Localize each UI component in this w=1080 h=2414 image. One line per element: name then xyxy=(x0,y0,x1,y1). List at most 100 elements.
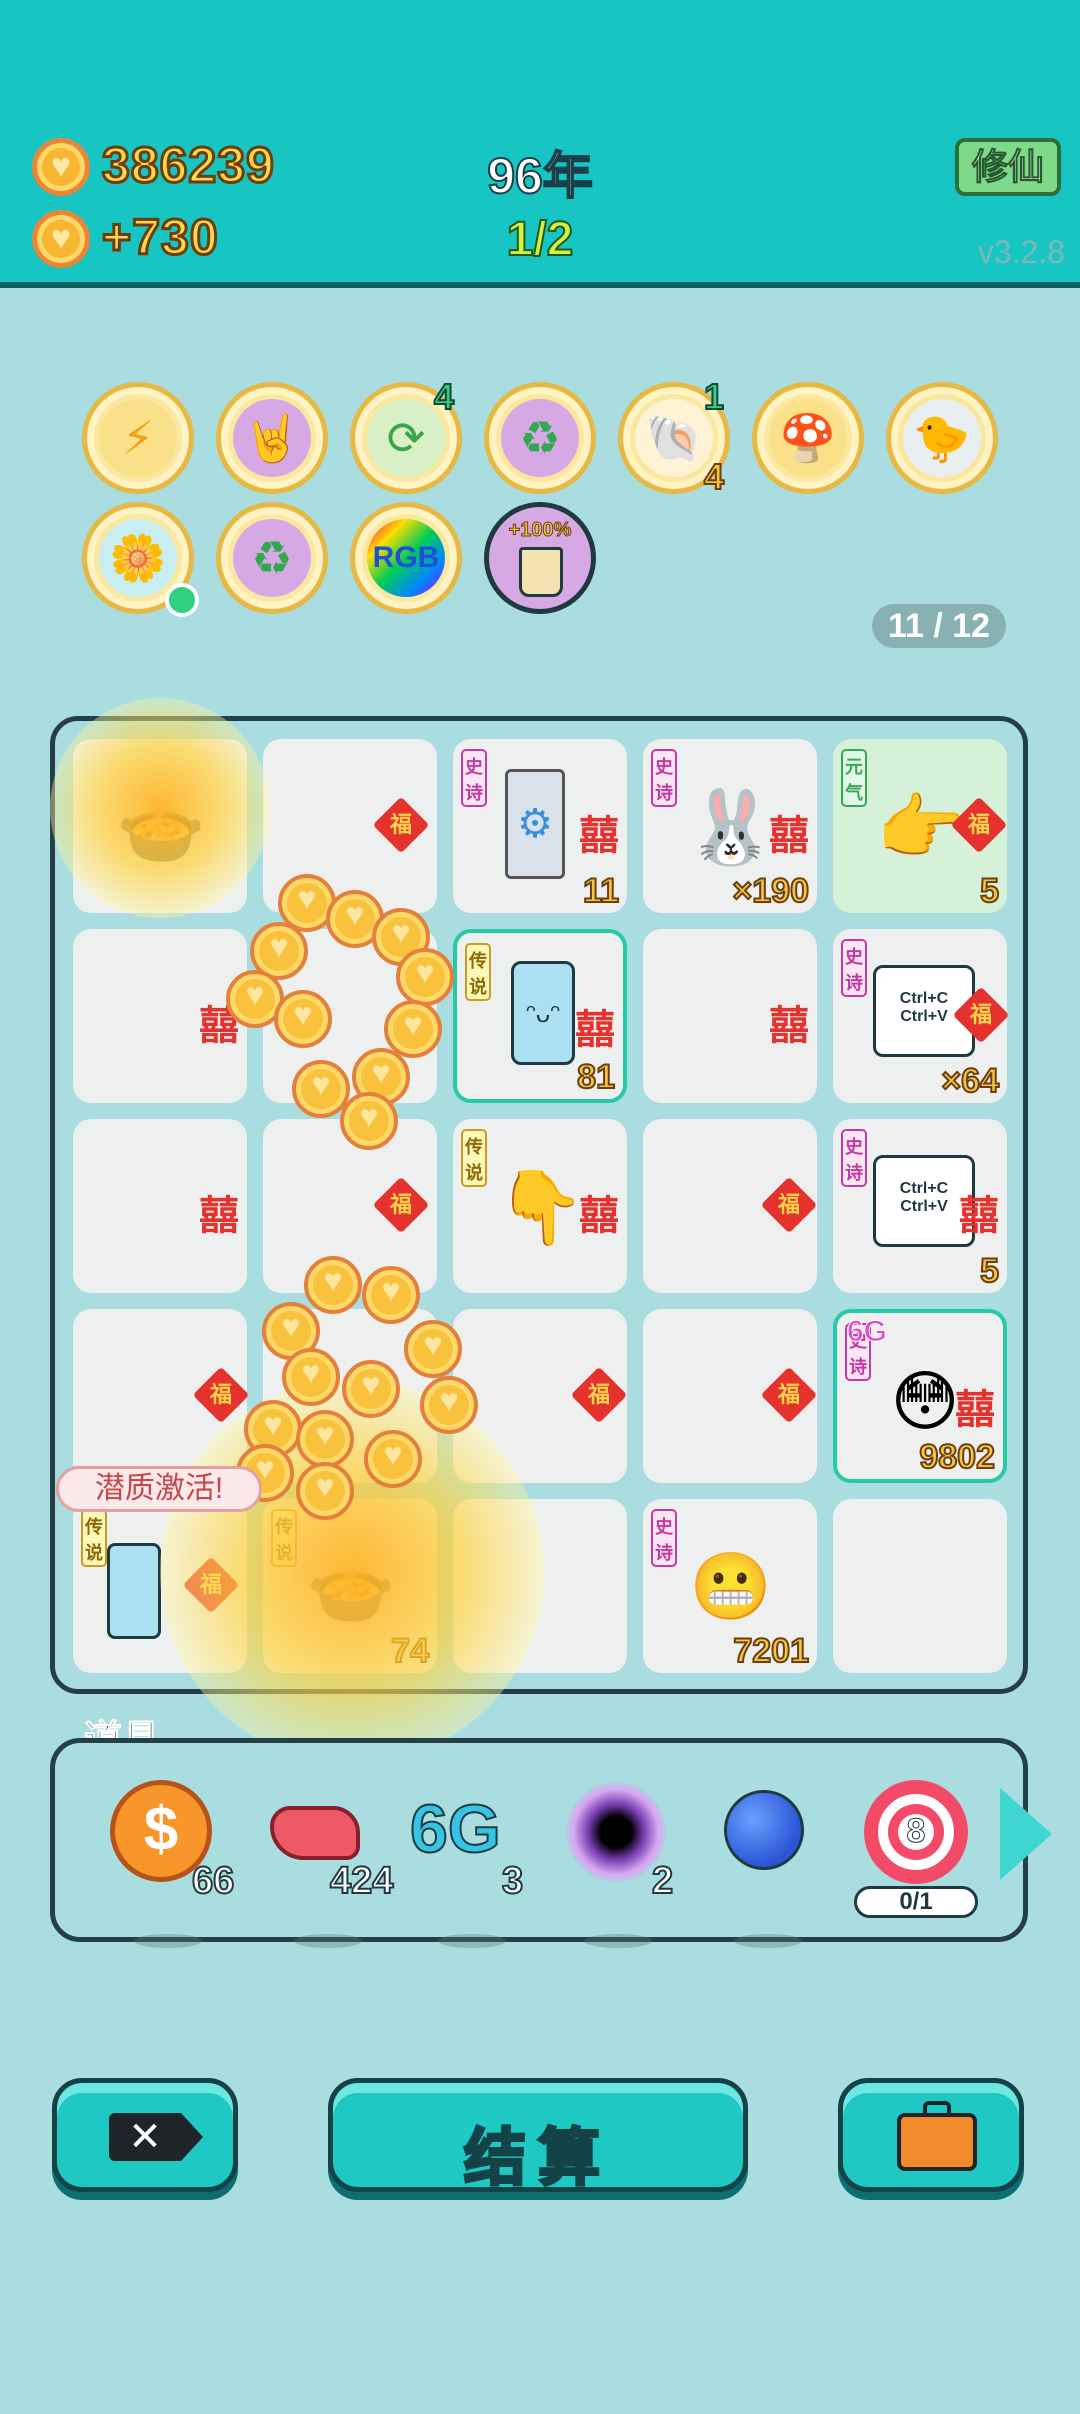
potential-activated-bubble: 潜质激活! xyxy=(56,1466,262,1512)
xi-mark: 囍 xyxy=(575,1008,615,1052)
cell-count: ×190 xyxy=(731,871,810,911)
target-icon: 8 xyxy=(864,1780,968,1884)
xi-mark: 囍 xyxy=(769,1004,809,1048)
heart-coin-icon xyxy=(32,138,90,196)
xi-mark: 囍 xyxy=(579,1194,619,1238)
fu-mark: 福 xyxy=(760,1176,818,1234)
board-cell[interactable] xyxy=(833,1499,1007,1673)
target-progress: 0/1 xyxy=(854,1886,978,1918)
recycle-buff-2[interactable]: ♻ xyxy=(216,502,328,614)
xi-mark: 囍 xyxy=(955,1388,995,1432)
fridge-icon: ᵔᴗᵔ xyxy=(511,961,575,1065)
6g-icon: 6G xyxy=(409,1790,502,1868)
board-cell[interactable]: 福 xyxy=(643,1309,818,1483)
gpu-icon: ⚙ xyxy=(505,769,565,879)
blueberry-icon xyxy=(724,1790,804,1870)
blueberry-prop[interactable] xyxy=(706,1776,826,1948)
mushroom-cloud-icon: 🍄 xyxy=(769,399,847,477)
cell-count: 5 xyxy=(979,871,1000,911)
epic-tag: 史诗 xyxy=(651,1509,677,1567)
epic-tag: 史诗 xyxy=(841,939,867,997)
settle-label: 结算 xyxy=(462,2123,612,2195)
dollar-coin-count: 66 xyxy=(191,1859,235,1903)
version-label: v3.2.8 xyxy=(977,234,1065,270)
heart-coin-icon xyxy=(32,210,90,268)
props-next-arrow-icon[interactable] xyxy=(1000,1788,1052,1880)
rock-hand-icon: 🤘 xyxy=(233,399,311,477)
xi-mark: 囍 xyxy=(769,814,809,858)
xi-mark: 囍 xyxy=(959,1194,999,1238)
target-prop[interactable]: 8 xyxy=(854,1776,974,1896)
inventory-button[interactable] xyxy=(838,2078,1024,2192)
6g-count: 3 xyxy=(501,1859,524,1903)
recycle-icon: ♻ xyxy=(233,519,311,597)
board-cell[interactable]: 史诗 Ctrl+C Ctrl+V 福 ×64 xyxy=(833,929,1010,1103)
board-cell[interactable]: 元气 👉 福 5 xyxy=(833,739,1008,913)
recycle-buff[interactable]: ♻ xyxy=(484,382,596,494)
shell-buff-count-top: 1 xyxy=(703,375,725,418)
pointing-hand-icon: 👇 xyxy=(496,1167,586,1248)
epic-tag: 史诗 xyxy=(461,749,487,807)
mushroom-cloud-buff[interactable]: 🍄 xyxy=(752,382,864,494)
refresh-buff-count: 4 xyxy=(433,375,455,418)
delete-button[interactable]: ✕ xyxy=(52,2078,238,2192)
6g-badge: 6G xyxy=(846,1315,888,1349)
backspace-icon: ✕ xyxy=(109,2113,181,2161)
liver-count: 424 xyxy=(329,1859,394,1903)
flower-pot-buff[interactable]: 🌼 xyxy=(82,502,199,617)
milk-tea-icon xyxy=(519,547,563,597)
board-cell[interactable]: 史诗 🐰 囍 ×190 xyxy=(643,739,817,913)
pot-duck-buff[interactable]: 🐤 xyxy=(886,382,998,494)
milk-tea-buff[interactable]: +100% xyxy=(484,502,596,614)
board-cell[interactable]: 福 xyxy=(643,1119,818,1293)
rock-hand-buff[interactable]: 🤘 xyxy=(216,382,328,494)
rabbit-house-icon: 🐰 xyxy=(686,787,776,868)
income-per-round: +730 xyxy=(101,208,220,267)
cultivate-button[interactable]: 修仙 xyxy=(955,138,1061,196)
rgb-buff[interactable]: RGB xyxy=(350,502,462,614)
xi-mark: 囍 xyxy=(199,1194,239,1238)
legend-tag: 传说 xyxy=(461,1129,487,1187)
board-cell[interactable]: 传说 ᵔᴗᵔ 囍 81 xyxy=(453,929,627,1103)
board-cell[interactable]: 史诗 Ctrl+C Ctrl+V 囍 5 xyxy=(833,1119,1007,1293)
board-cell[interactable]: 囍 xyxy=(73,929,247,1103)
liver-icon xyxy=(270,1806,360,1860)
fu-mark: 福 xyxy=(760,1366,818,1424)
round-progress: 1/2 xyxy=(506,212,575,267)
epic-tag: 史诗 xyxy=(651,749,677,807)
board-cell[interactable]: 囍 xyxy=(643,929,817,1103)
briefcase-icon xyxy=(897,2101,977,2171)
shell-buff-count-bottom: 4 xyxy=(703,455,725,498)
legend-tag: 传说 xyxy=(465,943,491,1001)
board-cell[interactable]: 囍 xyxy=(73,1119,247,1293)
settle-button[interactable]: 结算 xyxy=(328,2078,748,2195)
fu-mark: 福 xyxy=(952,986,1010,1044)
recycle-icon: ♻ xyxy=(501,399,579,477)
shell-icon: 🐚 xyxy=(635,399,713,477)
board-cell[interactable]: 传说 👇 囍 xyxy=(453,1119,627,1293)
coin-total: 386239 xyxy=(101,136,276,195)
cell-count: 81 xyxy=(576,1057,616,1097)
page-counter: 11 / 12 xyxy=(872,604,1006,648)
cell-count: 5 xyxy=(979,1251,1000,1291)
board-cell[interactable]: 史诗 6G 😳 囍 9802 xyxy=(833,1309,1007,1483)
pot-duck-icon: 🐤 xyxy=(903,399,981,477)
fu-mark: 福 xyxy=(950,796,1008,854)
rgb-icon: RGB xyxy=(367,519,445,597)
board-cell[interactable]: 史诗 ⚙ 囍 11 xyxy=(453,739,627,913)
epic-tag: 史诗 xyxy=(841,1129,867,1187)
cell-count: ×64 xyxy=(940,1061,1000,1101)
fu-mark: 福 xyxy=(372,1176,430,1234)
face-icon: 😬 xyxy=(689,1549,773,1623)
green-tag: 元气 xyxy=(841,749,867,807)
fu-mark: 福 xyxy=(570,1366,628,1424)
flower-pot-icon: 🌼 xyxy=(99,519,177,597)
top-bar: 386239 +730 96年 1/2 修仙 v3.2.8 xyxy=(0,0,1080,288)
fu-mark: 福 xyxy=(372,796,430,854)
lightning-buff[interactable]: ⚡ xyxy=(82,382,194,494)
black-hole-icon xyxy=(566,1782,666,1882)
year-counter: 96年 xyxy=(486,147,594,205)
burst-effect xyxy=(50,698,270,918)
xi-mark: 囍 xyxy=(579,814,619,858)
board-cell[interactable]: 史诗 😬 7201 xyxy=(643,1499,817,1673)
